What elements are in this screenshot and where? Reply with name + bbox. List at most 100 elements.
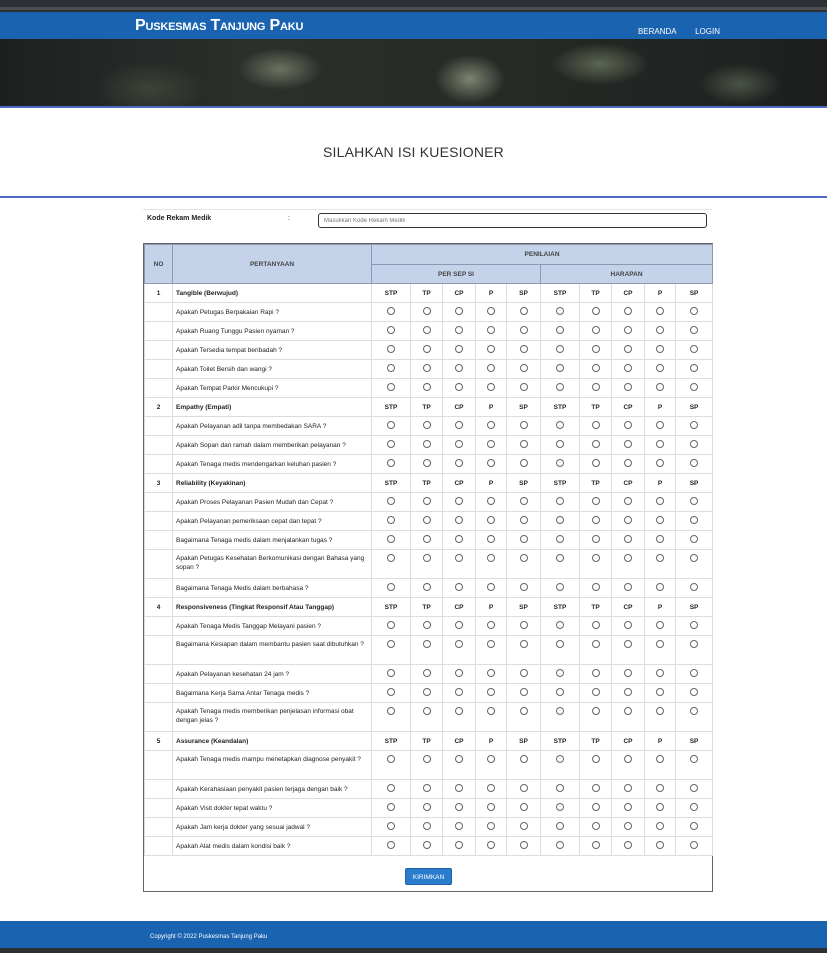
rating-radio[interactable] (487, 345, 495, 353)
rating-radio[interactable] (519, 326, 528, 334)
rating-radio[interactable] (487, 822, 495, 830)
rating-radio[interactable] (556, 784, 564, 792)
rating-radio[interactable] (690, 755, 699, 763)
rating-radio[interactable] (591, 345, 600, 353)
rating-radio[interactable] (387, 326, 395, 334)
rating-radio[interactable] (519, 307, 528, 315)
rating-radio[interactable] (591, 535, 600, 543)
rating-radio[interactable] (624, 784, 632, 792)
rating-radio[interactable] (656, 640, 664, 648)
rating-radio[interactable] (422, 535, 431, 543)
rating-radio[interactable] (387, 345, 395, 353)
rating-radio[interactable] (591, 440, 600, 448)
rating-radio[interactable] (422, 583, 431, 591)
rating-radio[interactable] (455, 841, 463, 849)
rating-radio[interactable] (656, 554, 664, 562)
rating-radio[interactable] (591, 755, 600, 763)
rating-radio[interactable] (656, 841, 664, 849)
rating-radio[interactable] (656, 583, 664, 591)
rating-radio[interactable] (656, 621, 664, 629)
rating-radio[interactable] (455, 621, 463, 629)
rating-radio[interactable] (487, 535, 495, 543)
rating-radio[interactable] (455, 688, 463, 696)
rating-radio[interactable] (387, 784, 395, 792)
rating-radio[interactable] (455, 803, 463, 811)
rating-radio[interactable] (455, 755, 463, 763)
rating-radio[interactable] (591, 459, 600, 467)
rating-radio[interactable] (422, 383, 431, 391)
rating-radio[interactable] (387, 707, 395, 715)
rating-radio[interactable] (387, 755, 395, 763)
rating-radio[interactable] (656, 345, 664, 353)
rating-radio[interactable] (519, 822, 528, 830)
rating-radio[interactable] (656, 803, 664, 811)
rating-radio[interactable] (556, 841, 564, 849)
kode-rekam-medik-input[interactable] (318, 213, 707, 228)
rating-radio[interactable] (556, 459, 564, 467)
rating-radio[interactable] (487, 307, 495, 315)
rating-radio[interactable] (422, 640, 431, 648)
rating-radio[interactable] (455, 345, 463, 353)
rating-radio[interactable] (656, 669, 664, 677)
rating-radio[interactable] (455, 440, 463, 448)
rating-radio[interactable] (519, 364, 528, 372)
rating-radio[interactable] (624, 688, 632, 696)
rating-radio[interactable] (556, 554, 564, 562)
rating-radio[interactable] (487, 516, 495, 524)
rating-radio[interactable] (422, 554, 431, 562)
rating-radio[interactable] (455, 326, 463, 334)
rating-radio[interactable] (690, 688, 699, 696)
rating-radio[interactable] (455, 583, 463, 591)
rating-radio[interactable] (387, 841, 395, 849)
rating-radio[interactable] (556, 707, 564, 715)
rating-radio[interactable] (690, 707, 699, 715)
rating-radio[interactable] (624, 326, 632, 334)
rating-radio[interactable] (387, 822, 395, 830)
rating-radio[interactable] (519, 669, 528, 677)
rating-radio[interactable] (455, 669, 463, 677)
rating-radio[interactable] (387, 669, 395, 677)
rating-radio[interactable] (624, 345, 632, 353)
rating-radio[interactable] (556, 440, 564, 448)
rating-radio[interactable] (387, 497, 395, 505)
rating-radio[interactable] (519, 841, 528, 849)
rating-radio[interactable] (556, 755, 564, 763)
rating-radio[interactable] (519, 784, 528, 792)
rating-radio[interactable] (422, 364, 431, 372)
rating-radio[interactable] (690, 554, 699, 562)
nav-login-link[interactable]: LOGIN (695, 27, 720, 36)
rating-radio[interactable] (387, 640, 395, 648)
rating-radio[interactable] (387, 621, 395, 629)
rating-radio[interactable] (656, 459, 664, 467)
nav-beranda-link[interactable]: BERANDA (638, 27, 677, 36)
rating-radio[interactable] (591, 841, 600, 849)
rating-radio[interactable] (656, 364, 664, 372)
rating-radio[interactable] (624, 440, 632, 448)
rating-radio[interactable] (422, 326, 431, 334)
rating-radio[interactable] (690, 784, 699, 792)
rating-radio[interactable] (656, 688, 664, 696)
rating-radio[interactable] (556, 345, 564, 353)
rating-radio[interactable] (690, 326, 699, 334)
rating-radio[interactable] (624, 640, 632, 648)
rating-radio[interactable] (455, 421, 463, 429)
rating-radio[interactable] (656, 707, 664, 715)
rating-radio[interactable] (422, 345, 431, 353)
rating-radio[interactable] (556, 803, 564, 811)
rating-radio[interactable] (455, 535, 463, 543)
rating-radio[interactable] (455, 497, 463, 505)
rating-radio[interactable] (591, 707, 600, 715)
rating-radio[interactable] (519, 440, 528, 448)
rating-radio[interactable] (387, 307, 395, 315)
rating-radio[interactable] (690, 421, 699, 429)
rating-radio[interactable] (487, 784, 495, 792)
rating-radio[interactable] (487, 621, 495, 629)
rating-radio[interactable] (519, 755, 528, 763)
rating-radio[interactable] (656, 784, 664, 792)
rating-radio[interactable] (487, 326, 495, 334)
rating-radio[interactable] (690, 640, 699, 648)
rating-radio[interactable] (487, 554, 495, 562)
rating-radio[interactable] (690, 345, 699, 353)
rating-radio[interactable] (690, 803, 699, 811)
rating-radio[interactable] (591, 516, 600, 524)
